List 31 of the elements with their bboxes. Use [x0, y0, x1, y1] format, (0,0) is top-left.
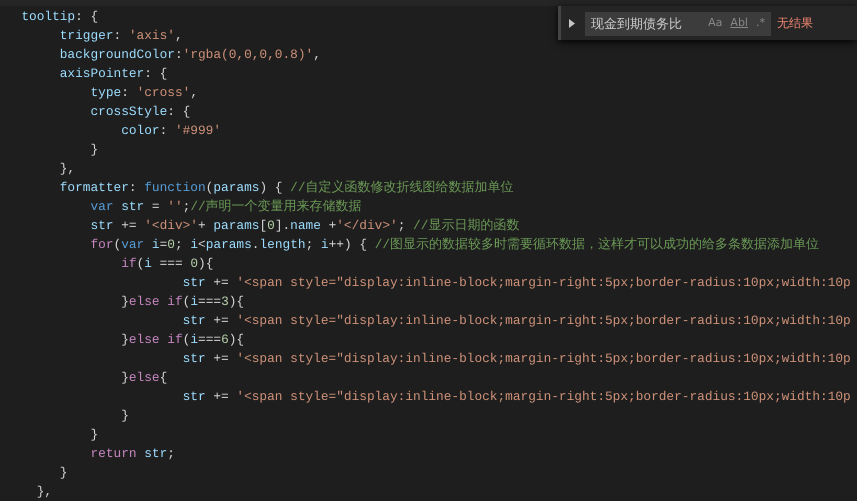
code-line: str += '<span style="display:inline-block;margin-right:5px;border-radius:10px;width:10p	[182, 312, 851, 330]
option-toggle[interactable]: .*	[754, 12, 767, 32]
code-line: formatter: function(params) { //自定义函数修改折线图给数据加单位	[58, 179, 514, 197]
code-line: }else{	[120, 369, 168, 387]
code-line: str += '<span style="display:inline-block;margin-right:5px;border-radius:10px;width:10p	[182, 388, 851, 406]
code-line: return str;	[89, 445, 175, 463]
code-line: }else if(i===6){	[120, 331, 244, 349]
code-line: str += '<span style="display:inline-block;margin-right:5px;border-radius:10px;width:10p	[182, 350, 851, 368]
code-line: }else if(i===3){	[120, 293, 244, 311]
option-toggle[interactable]: Abl	[728, 12, 750, 32]
code-line: str += '<div>'+ params[0].name +'</div>'; //显示日期的函数	[89, 217, 520, 235]
code-line: }	[89, 426, 98, 444]
code-line: }	[58, 464, 68, 482]
code-line: }	[89, 141, 98, 159]
code-line: if(i === 0){	[120, 255, 214, 273]
code-line: tooltip: {	[20, 8, 98, 26]
code-line: color: '#999'	[120, 122, 222, 140]
triangle-icon	[569, 18, 575, 28]
code-line: trigger: 'axis',	[58, 27, 183, 45]
code-line: backgroundColor:'rgba(0,0,0,0.8)',	[58, 46, 321, 64]
code-line: for(var i=0; i<params.length; i++) { //图显示的数据较多时需要循环数据，这样才可以成功的给多条数据添加单位	[89, 236, 820, 254]
code-line: crossStyle: {	[89, 103, 190, 121]
code-line: }	[120, 407, 129, 425]
result-text: 无结果	[777, 15, 813, 32]
code-line: type: 'cross',	[89, 84, 198, 102]
code-line: axisPointer: {	[58, 65, 168, 83]
code-line: },	[36, 483, 52, 501]
option-toggle[interactable]: Aa	[706, 12, 724, 32]
code-line: var str = '';//声明一个变量用来存储数据	[89, 198, 362, 216]
code-line: str += '<span style="display:inline-block;margin-right:5px;border-radius:10px;width:10p	[182, 274, 851, 292]
code-line: },	[58, 160, 76, 178]
